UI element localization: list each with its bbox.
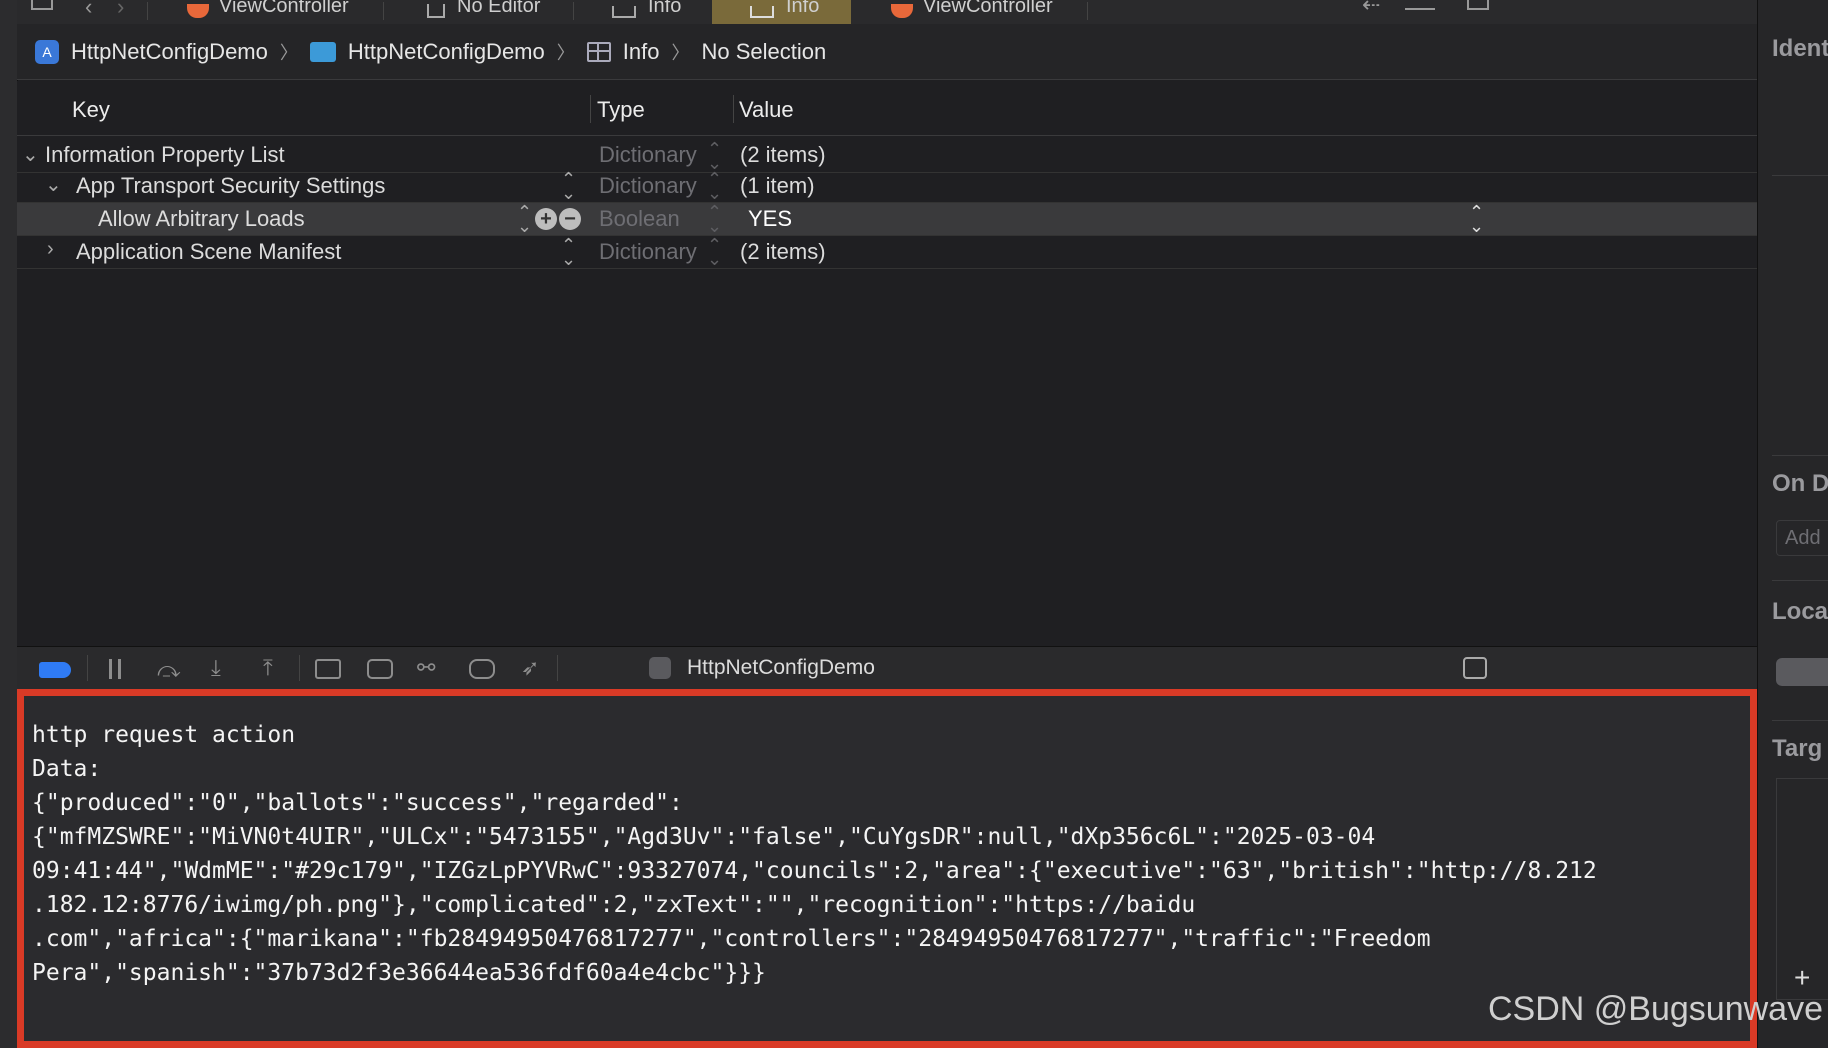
on-demand-heading: On D xyxy=(1772,470,1828,497)
step-over-icon[interactable]: ⤼ xyxy=(157,657,181,683)
navigator-edge xyxy=(0,0,18,1048)
plist-row-allow-arbitrary-loads[interactable]: Allow Arbitrary Loads ⌃ ⌄ + − Boolean ⌃ ⌄ … xyxy=(17,203,1757,236)
tab-viewcontroller-1[interactable]: ViewController xyxy=(187,0,387,24)
plist-row-ats-settings[interactable]: ⌄ App Transport Security Settings ⌃ ⌄ Dic… xyxy=(17,170,1757,203)
split-arrow-icon[interactable]: ⇠ xyxy=(1362,0,1380,18)
column-key-header[interactable]: Key xyxy=(72,97,110,123)
breadcrumb-folder[interactable]: HttpNetConfigDemo xyxy=(348,39,545,65)
type-stepper-icon[interactable]: ⌃ ⌄ xyxy=(707,170,722,202)
forward-arrow-icon[interactable]: › xyxy=(117,0,124,20)
swift-icon xyxy=(891,4,913,18)
graph-icon[interactable]: ⚯ xyxy=(417,655,435,681)
console-output: http request action Data: {"produced":"0… xyxy=(32,722,1597,986)
key-stepper-icon[interactable]: ⌃ ⌄ xyxy=(517,203,532,235)
chevron-right-icon: 〉 xyxy=(671,42,690,63)
location-icon[interactable]: ➶ xyxy=(521,655,539,681)
debug-target-name: HttpNetConfigDemo xyxy=(687,656,875,679)
view-hierarchy-icon[interactable] xyxy=(315,659,341,679)
on-demand-tag-field[interactable]: Add xyxy=(1776,520,1828,556)
type-stepper-icon[interactable]: ⌃ ⌄ xyxy=(707,236,722,268)
type-stepper-icon[interactable]: ⌃ ⌄ xyxy=(707,140,722,172)
table-icon xyxy=(612,6,636,18)
add-row-icon[interactable]: + xyxy=(535,208,557,230)
value-stepper-icon[interactable]: ⌃ ⌄ xyxy=(1469,203,1484,235)
breadcrumb-selection[interactable]: No Selection xyxy=(701,39,826,65)
key-stepper-icon[interactable]: ⌃ ⌄ xyxy=(561,170,576,202)
plist-editor: Key Type Value ⌄ Information Property Li… xyxy=(17,81,1757,646)
identity-heading: Ident xyxy=(1772,35,1828,62)
swift-icon xyxy=(187,4,209,18)
app-project-icon: A xyxy=(35,39,59,64)
pause-icon[interactable] xyxy=(109,659,121,679)
tab-info-active[interactable]: Info xyxy=(712,0,851,24)
plist-header: Key Type Value xyxy=(17,81,1757,136)
environment-overrides-icon[interactable] xyxy=(469,659,495,679)
file-inspector: Ident On D Add Loca Targ + xyxy=(1757,0,1828,1048)
folder-icon xyxy=(309,41,336,62)
chevron-right-icon: 〉 xyxy=(279,42,298,63)
document-icon xyxy=(427,4,445,18)
breakpoints-toggle-icon[interactable] xyxy=(39,662,71,678)
localize-button[interactable] xyxy=(1776,658,1828,686)
tab-no-editor[interactable]: No Editor xyxy=(427,0,577,24)
type-stepper-icon[interactable]: ⌃ ⌄ xyxy=(707,203,722,235)
app-target-icon xyxy=(649,657,671,679)
plist-row-information-property-list[interactable]: ⌄ Information Property List Dictionary ⌃… xyxy=(17,136,1757,173)
add-editor-icon[interactable] xyxy=(1467,0,1489,10)
tab-viewcontroller-2[interactable]: ViewController xyxy=(891,0,1091,24)
plist-row-scene-manifest[interactable]: › Application Scene Manifest ⌃ ⌄ Dictiona… xyxy=(17,236,1757,269)
watermark: CSDN @Bugsunwave xyxy=(1488,990,1823,1028)
debug-bar: ⤼ ⤓ ⤒ ⚯ ➶ HttpNetConfigDemo xyxy=(17,646,1757,689)
editor-tab-bar: ‹ › ViewController No Editor Info Info V… xyxy=(17,0,1757,25)
key-stepper-icon[interactable]: ⌃ ⌄ xyxy=(561,236,576,268)
chevron-right-icon: 〉 xyxy=(556,42,575,63)
hide-console-icon[interactable] xyxy=(1463,657,1487,679)
step-out-icon[interactable]: ⤒ xyxy=(263,655,273,681)
table-icon xyxy=(750,6,774,18)
table-icon xyxy=(586,41,611,62)
target-membership-heading: Targ xyxy=(1772,735,1823,762)
column-type-header[interactable]: Type xyxy=(597,97,645,123)
chevron-down-icon[interactable]: ⌄ xyxy=(22,142,39,167)
localization-heading: Loca xyxy=(1772,598,1828,625)
jump-bar: A HttpNetConfigDemo 〉 HttpNetConfigDemo … xyxy=(17,24,1757,80)
grid-icon[interactable] xyxy=(31,0,53,10)
breadcrumb-file[interactable]: Info xyxy=(623,39,660,65)
chevron-down-icon[interactable]: ⌄ xyxy=(45,172,62,197)
chevron-right-icon[interactable]: › xyxy=(47,238,54,261)
tab-info-1[interactable]: Info xyxy=(612,0,712,24)
lines-icon[interactable] xyxy=(1405,0,1435,10)
value-popup[interactable]: YES xyxy=(748,206,792,232)
memory-graph-icon[interactable] xyxy=(367,659,393,679)
remove-row-icon[interactable]: − xyxy=(559,208,581,230)
step-into-icon[interactable]: ⤓ xyxy=(211,655,221,681)
breadcrumb-project[interactable]: HttpNetConfigDemo xyxy=(71,39,268,65)
back-arrow-icon[interactable]: ‹ xyxy=(85,0,92,20)
column-value-header[interactable]: Value xyxy=(739,97,794,123)
